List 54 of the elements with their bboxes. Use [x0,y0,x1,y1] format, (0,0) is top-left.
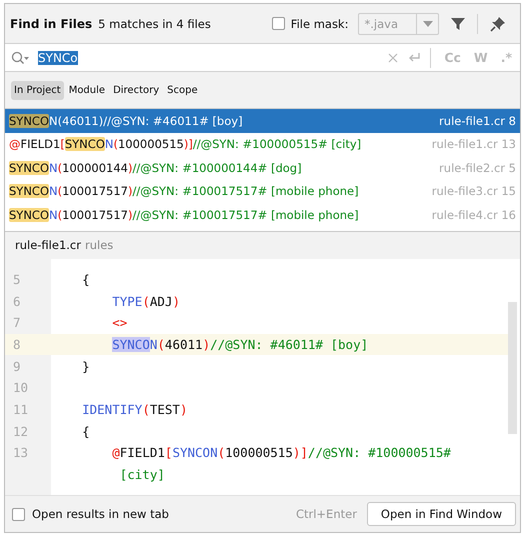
result-text: SYNCON(100017517)//@SYN: #100017517# [mobile phone] [9,184,359,198]
result-location: rule-file4.cr 16 [432,208,516,222]
line-number: 10 [12,379,30,398]
result-row[interactable]: SYNCON(100017517)//@SYN: #100017517# [mobile phone] rule-file3.cr 15 [5,180,520,203]
preview-file-name: rule-file1.cr [15,238,81,252]
pin-icon[interactable] [490,16,506,32]
scope-tab[interactable]: Scope [164,80,201,100]
line-number: 7 [12,314,22,332]
line-number: 13 [12,444,30,462]
caret-icon [422,20,432,26]
line-number: 8 [12,336,22,354]
result-text: SYNCON(100017517)//@SYN: #100017517# [mobile phone] [9,208,359,222]
scope-tab[interactable]: Directory [110,80,162,100]
code-line: <> [111,315,128,330]
code-line: } [81,358,90,374]
filter-icon[interactable] [451,16,465,30]
dialog-title: Find in Files [10,16,92,30]
result-location: rule-file1.cr 13 [432,137,516,152]
newline-icon[interactable] [407,52,422,64]
line-number: 5 [12,270,22,289]
result-text: @FIELD1[SYNCON(100000515)]//@SYN: #100000515# [city] [9,137,362,152]
scope-tab[interactable]: In Project [11,80,64,100]
match-summary: 5 matches in 4 files [98,16,211,30]
line-number: 11 [12,400,30,419]
code-line: { [81,424,90,439]
file-mask-label: File mask: [290,16,348,30]
line-number: 6 [12,292,22,311]
line-number: 9 [12,358,22,376]
code-line: IDENTIFY(TEST) [81,402,188,417]
result-location: rule-file3.cr 15 [432,184,516,198]
code-line: { [81,272,90,287]
result-text: SYNCON(46011)//@SYN: #46011# [boy] [9,114,243,128]
shortcut-hint: Ctrl+Enter [296,507,357,521]
result-row[interactable]: @FIELD1[SYNCON(100000515)]//@SYN: #100000515# [city] rule-file1.cr 13 [5,132,520,156]
result-row[interactable]: SYNCON(100000144)//@SYN: #100000144# [dog] rule-file2.cr 5 [5,156,520,180]
result-location: rule-file1.cr 8 [439,114,516,128]
code-line: TYPE(ADJ) [111,294,180,309]
code-line: @FIELD1[SYNCON(100000515)]//@SYN: #100000515# [111,445,451,460]
line-number: 12 [12,422,30,441]
result-row[interactable]: SYNCON(100017517)//@SYN: #100017517# [mobile phone] rule-file4.cr 16 [5,203,520,226]
new-tab-checkbox[interactable] [12,508,25,520]
clear-icon[interactable] [388,52,398,62]
result-row[interactable]: SYNCON(46011)//@SYN: #46011# [boy] rule-file1.cr 8 [5,109,520,132]
result-text: SYNCON(100000144)//@SYN: #100000144# [dog] [9,160,302,175]
new-tab-label: Open results in new tab [32,507,169,521]
result-location: rule-file2.cr 5 [439,160,516,175]
open-find-window-button[interactable]: Open in Find Window [366,502,516,526]
scrollbar-thumb[interactable] [508,302,517,434]
code-line: SYNCON(46011)//@SYN: #46011# [boy] [111,336,368,352]
scope-tab[interactable]: Module [66,80,108,100]
preview-folder: rules [84,238,114,252]
code-line: [city] [118,467,165,482]
search-field[interactable]: SYNCo Cc W .* [5,44,520,72]
search-icon [11,50,29,64]
